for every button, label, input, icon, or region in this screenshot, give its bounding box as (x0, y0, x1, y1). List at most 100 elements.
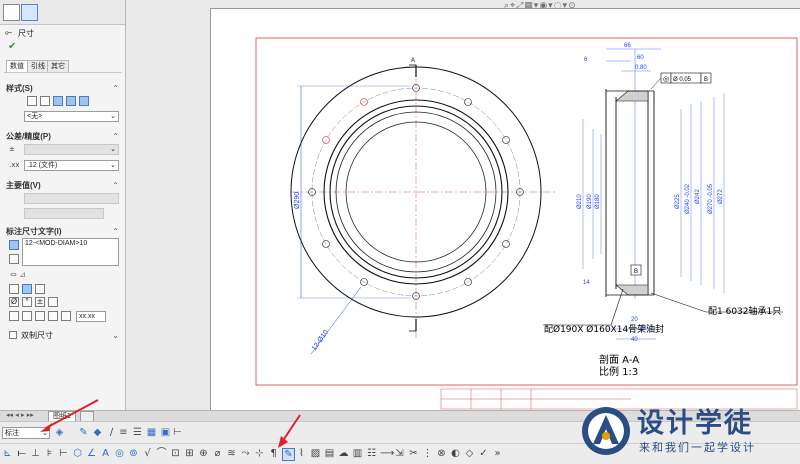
tab-nav-arrows[interactable]: ◂◂ ◂ ▸ ▸▸ (6, 411, 34, 419)
vdim-210: Ø210 (577, 194, 583, 209)
align-center-icon[interactable] (22, 284, 32, 294)
vertical-dim-lines (582, 48, 725, 340)
square-symbol-icon[interactable] (9, 311, 19, 321)
dowel-symbol-icon[interactable]: ⊗ (436, 448, 447, 459)
block-icon[interactable]: ▤ (324, 448, 335, 459)
dual-dim-collapse-icon[interactable]: ⌄ (112, 331, 119, 340)
hole-callout-icon[interactable]: ⌀ (212, 448, 223, 459)
vdim-190: Ø190 (587, 194, 593, 209)
hide-edge-icon[interactable]: ▦ (146, 427, 157, 438)
datum-target-icon[interactable]: ⊕ (198, 448, 209, 459)
hole-symbol-icon[interactable] (48, 297, 58, 307)
depth-icon[interactable] (48, 311, 58, 321)
property-manager-panel: ⟜ 尺寸 ✔ 数值 引线 其它 样式(S) ⌃ <无> ⌄ 公差/精度(P) ⌃ … (0, 0, 126, 410)
dim-text-xx-icon[interactable] (9, 240, 19, 250)
plus-minus-icon[interactable]: ± (35, 297, 45, 307)
more-symbols-icon[interactable] (61, 311, 71, 321)
table-icon[interactable]: ▥ (352, 448, 363, 459)
dual-dim-label: 双制尺寸 (21, 331, 53, 340)
align-left-icon[interactable] (9, 284, 19, 294)
style-collapse-icon[interactable]: ⌃ (112, 84, 119, 93)
weld-symbol-icon[interactable]: ⌒ (156, 448, 167, 459)
ok-checkmark-icon[interactable]: ✔ (8, 41, 16, 52)
bottom-dim-20: 20 (631, 317, 638, 323)
datum-feature-icon[interactable]: ⊞ (184, 448, 195, 459)
more-tools-icon[interactable]: » (492, 448, 503, 459)
area-hatch-icon[interactable]: ▨ (310, 448, 321, 459)
balloon-icon[interactable]: ◎ (114, 448, 125, 459)
cosmetic-thread-icon[interactable]: ≋ (226, 448, 237, 459)
horizontal-dim-icon[interactable]: ⟝ (16, 448, 27, 459)
stack-balloon-icon[interactable]: ⋮ (422, 448, 433, 459)
line-style-icon[interactable]: ☰ (132, 427, 143, 438)
section-letter-top: A (411, 58, 415, 64)
logo-subtitle: 来和我们一起学设计 (639, 441, 756, 454)
multi-jog-leader-icon[interactable]: ⤳ (240, 448, 251, 459)
center-mark-icon[interactable]: ⊹ (254, 448, 265, 459)
tolerance-type-icon: ± (9, 145, 15, 153)
feature-manager-tab[interactable] (3, 4, 20, 21)
drawing-canvas[interactable]: ⌕⌖⤢▦▾◉▾◌▾⊙ A Ø290 12-Ø10 Ø210 Ø190 Ø180 … (126, 0, 800, 410)
style-update-icon[interactable] (53, 96, 63, 106)
auto-balloon-icon[interactable]: ⊚ (128, 448, 139, 459)
svg-text:B: B (704, 77, 708, 83)
spell-check-icon[interactable]: ✓ (478, 448, 489, 459)
chamfer-dim-icon[interactable]: ⬡ (72, 448, 83, 459)
show-edge-icon[interactable]: ▣ (160, 427, 171, 438)
top-dim-080: 0.80 (635, 65, 647, 71)
primary-value-header[interactable]: 主要值(V) (6, 180, 41, 192)
color-display-icon[interactable]: ⊢ (172, 427, 183, 438)
align-dims-icon[interactable]: ⇲ (394, 448, 405, 459)
diameter-symbol-icon[interactable]: Ø (9, 297, 19, 307)
style-add-icon[interactable] (40, 96, 50, 106)
property-manager-tab[interactable] (21, 4, 38, 21)
style-delete-icon[interactable] (66, 96, 76, 106)
angle-dim-icon[interactable]: ∠ (86, 448, 97, 459)
vertical-dim-icon[interactable]: ⊥ (30, 448, 41, 459)
primary-value-collapse-icon[interactable]: ⌃ (112, 181, 119, 190)
degree-symbol-icon[interactable]: ° (22, 297, 32, 307)
style-apply-icon[interactable] (27, 96, 37, 106)
tolerance-collapse-icon[interactable]: ⌃ (112, 132, 119, 141)
xx-field[interactable]: xx.xx (76, 311, 106, 322)
bom-icon[interactable]: ☷ (366, 448, 377, 459)
justify-icons: ⇔ ⊿ (10, 270, 26, 279)
ordinate-dim-icon[interactable]: ⊢ (58, 448, 69, 459)
tolerance-type-select[interactable]: ⌄ (24, 144, 119, 155)
baseline-dim-icon[interactable]: ⊧ (44, 448, 55, 459)
surface-finish-icon[interactable]: √ (142, 448, 153, 459)
top-dim-66: 66 (624, 43, 631, 49)
revision-cloud-icon[interactable]: ☁ (338, 448, 349, 459)
style-header[interactable]: 样式(S) (6, 83, 33, 95)
tolerance-header[interactable]: 公差/精度(P) (6, 131, 51, 143)
align-right-icon[interactable] (35, 284, 45, 294)
scale-label: 比例 1:3 (599, 365, 638, 378)
style-save-icon[interactable] (79, 96, 89, 106)
top-dim-6: 6 (584, 57, 588, 63)
dim-text-link-icon[interactable] (9, 254, 19, 264)
precision-select[interactable]: .12 (文件) ⌄ (24, 160, 119, 171)
primary-value-field[interactable] (24, 208, 104, 219)
logo-title: 设计学徒 (637, 408, 753, 439)
style-select[interactable]: <无> ⌄ (24, 111, 119, 122)
primary-value-name-field[interactable] (24, 193, 119, 204)
countersink-icon[interactable] (35, 311, 45, 321)
magnetic-line-icon[interactable]: ⟶ (380, 448, 394, 459)
drawing-svg: A Ø290 12-Ø10 Ø210 Ø190 Ø180 Ø225 Ø240 -… (255, 37, 798, 410)
drawing-sheet[interactable]: A Ø290 12-Ø10 Ø210 Ø190 Ø180 Ø225 Ø240 -… (210, 8, 800, 410)
format-painter-icon[interactable]: ✂ (408, 448, 419, 459)
dim-text-field[interactable]: 12-<MOD-DIAM>10 (22, 238, 119, 266)
geometric-tolerance-icon[interactable]: ⊡ (170, 448, 181, 459)
note-icon[interactable]: A (100, 448, 111, 459)
smart-dimension-icon[interactable]: ⊾ (2, 448, 13, 459)
line-thickness-icon[interactable]: ≡ (118, 427, 129, 438)
dual-dim-checkbox[interactable] (9, 331, 17, 339)
top-dim-60: 60 (637, 55, 644, 61)
model-items-icon[interactable]: ◇ (464, 448, 475, 459)
dim-text-collapse-icon[interactable]: ⌃ (112, 227, 119, 236)
svg-text:Ø 0.05: Ø 0.05 (673, 77, 692, 83)
counterbore-icon[interactable] (22, 311, 32, 321)
dim-text-header[interactable]: 标注尺寸文字(I) (6, 226, 62, 238)
hide-show-annot-icon[interactable]: ◐ (450, 448, 461, 459)
line-color-icon[interactable]: ∕ (106, 427, 117, 438)
